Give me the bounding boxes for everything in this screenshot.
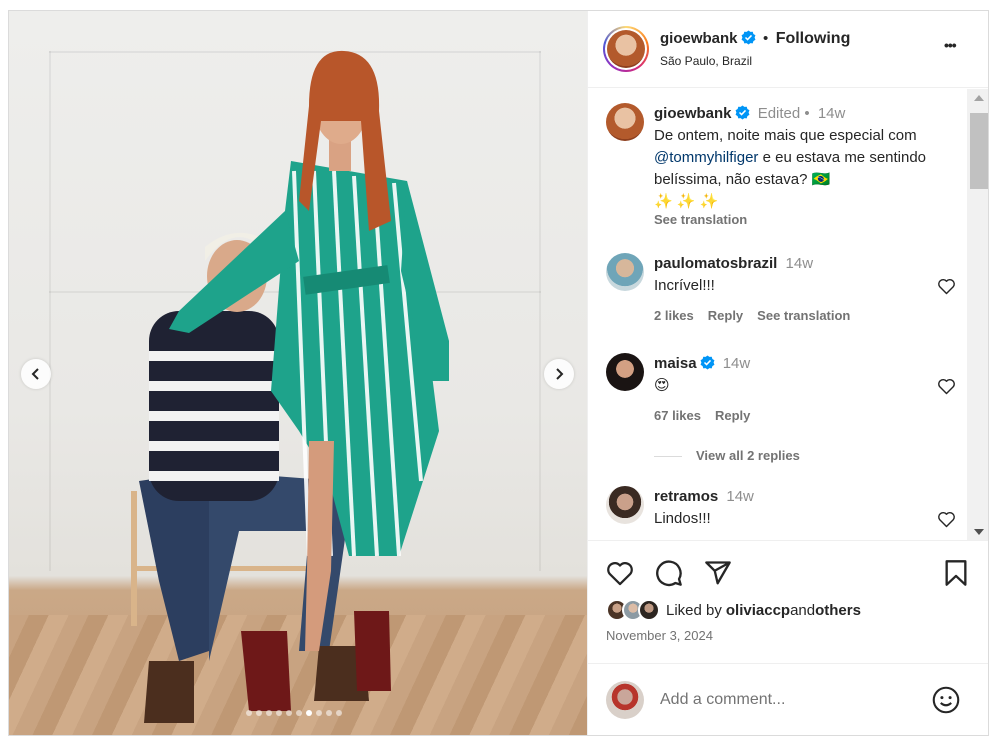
heart-icon[interactable] [937, 377, 956, 395]
caption-sparkles: ✨ ✨ ✨ [654, 193, 719, 210]
others-link[interactable]: others [815, 602, 861, 619]
replies-divider [654, 455, 682, 457]
carousel-dot [326, 710, 332, 716]
comment-time[interactable]: 14w [726, 488, 754, 505]
view-replies-link[interactable]: View all 2 replies [696, 445, 800, 467]
more-icon: ••• [944, 37, 957, 53]
likes-prefix: Liked by [666, 601, 722, 619]
see-translation-link[interactable]: See translation [757, 308, 850, 323]
comment-avatar[interactable] [606, 253, 644, 291]
header-separator: • [762, 30, 769, 47]
carousel-dot [246, 710, 252, 716]
bookmark-icon[interactable] [944, 559, 968, 587]
author-avatar [607, 30, 645, 68]
carousel-dot [256, 710, 262, 716]
comment-avatar[interactable] [606, 353, 644, 391]
comment-icon[interactable] [655, 559, 683, 587]
comment-text: Lindos!!! [654, 510, 711, 527]
caption-dot: • [804, 105, 810, 122]
verified-icon [700, 355, 714, 370]
post-header: gioewbank • Following São Paulo, Brazil … [588, 11, 988, 88]
mention-link[interactable]: @tommyhilfiger [654, 149, 758, 166]
liker-avatars[interactable] [606, 599, 660, 621]
likes-middle: and [790, 601, 816, 619]
carousel-dot [266, 710, 272, 716]
caption-text: De ontem, noite mais que especial com [654, 127, 917, 144]
reply-button[interactable]: Reply [708, 308, 743, 323]
caption-time[interactable]: 14w [818, 105, 846, 122]
share-icon[interactable] [704, 559, 732, 587]
verified-icon [735, 105, 749, 120]
see-translation-link[interactable]: See translation [654, 209, 944, 231]
comments-scroll-area[interactable]: gioewbank Edited • 14w De ontem, noite m… [588, 89, 988, 541]
comment-item: maisa 14w 😍 67 likes Reply View all 2 rep… [606, 353, 956, 473]
story-ring[interactable] [603, 26, 649, 72]
comment-time[interactable]: 14w [786, 255, 814, 272]
post-sidebar: gioewbank • Following São Paulo, Brazil … [587, 11, 988, 735]
emoji-icon[interactable] [932, 686, 960, 714]
comments-scrollbar[interactable] [967, 89, 988, 540]
caption-avatar[interactable] [606, 103, 644, 141]
carousel-dot [276, 710, 282, 716]
liker-avatar [638, 599, 660, 621]
chevron-right-icon [556, 368, 564, 380]
comment-username[interactable]: maisa [654, 355, 697, 372]
comment-item: paulomatosbrazil 14w Incrível!!! 2 likes… [606, 253, 956, 333]
comment-avatar[interactable] [606, 486, 644, 524]
post-date[interactable]: November 3, 2024 [606, 628, 713, 643]
comment-username[interactable]: paulomatosbrazil [654, 255, 777, 272]
caption-username[interactable]: gioewbank [654, 105, 732, 122]
heart-icon[interactable] [606, 560, 634, 586]
following-button[interactable]: Following [776, 30, 851, 47]
comment-item: retramos 14w Lindos!!! [606, 486, 956, 540]
scroll-up-arrow[interactable] [974, 95, 984, 101]
current-user-avatar[interactable] [606, 681, 644, 719]
comment-input[interactable] [660, 688, 920, 712]
post-photo[interactable] [9, 11, 587, 735]
comment-likes[interactable]: 2 likes [654, 308, 694, 323]
comment-text: 😍 [654, 377, 670, 394]
scrollbar-thumb[interactable] [970, 113, 988, 189]
chevron-left-icon [31, 368, 39, 380]
comment-likes[interactable]: 67 likes [654, 408, 701, 423]
author-username[interactable]: gioewbank [660, 30, 738, 47]
comment-time[interactable]: 14w [723, 355, 751, 372]
carousel-dot-active [306, 710, 312, 716]
photo-illustration [131, 50, 449, 723]
comment-username[interactable]: retramos [654, 488, 718, 505]
carousel-dot [296, 710, 302, 716]
post-dialog: gioewbank • Following São Paulo, Brazil … [8, 10, 989, 736]
edited-label: Edited [757, 105, 801, 122]
comment-composer [588, 663, 988, 735]
carousel-dot [286, 710, 292, 716]
next-photo-button[interactable] [544, 359, 574, 389]
carousel-dot [316, 710, 322, 716]
previous-photo-button[interactable] [21, 359, 51, 389]
post-location[interactable]: São Paulo, Brazil [660, 54, 752, 68]
more-options-button[interactable]: ••• [944, 37, 957, 53]
heart-icon[interactable] [937, 277, 956, 295]
liker-username[interactable]: oliviaccp [726, 602, 790, 619]
carousel-dot [336, 710, 342, 716]
action-bar [588, 542, 988, 602]
scroll-down-arrow[interactable] [974, 529, 984, 535]
reply-button[interactable]: Reply [715, 408, 750, 423]
verified-icon [741, 30, 755, 45]
likes-summary: Liked by oliviaccp and others [606, 597, 861, 623]
heart-icon[interactable] [937, 510, 956, 528]
post-caption: gioewbank Edited • 14w De ontem, noite m… [606, 103, 956, 233]
comment-text: Incrível!!! [654, 277, 715, 294]
carousel-indicator [246, 710, 342, 716]
